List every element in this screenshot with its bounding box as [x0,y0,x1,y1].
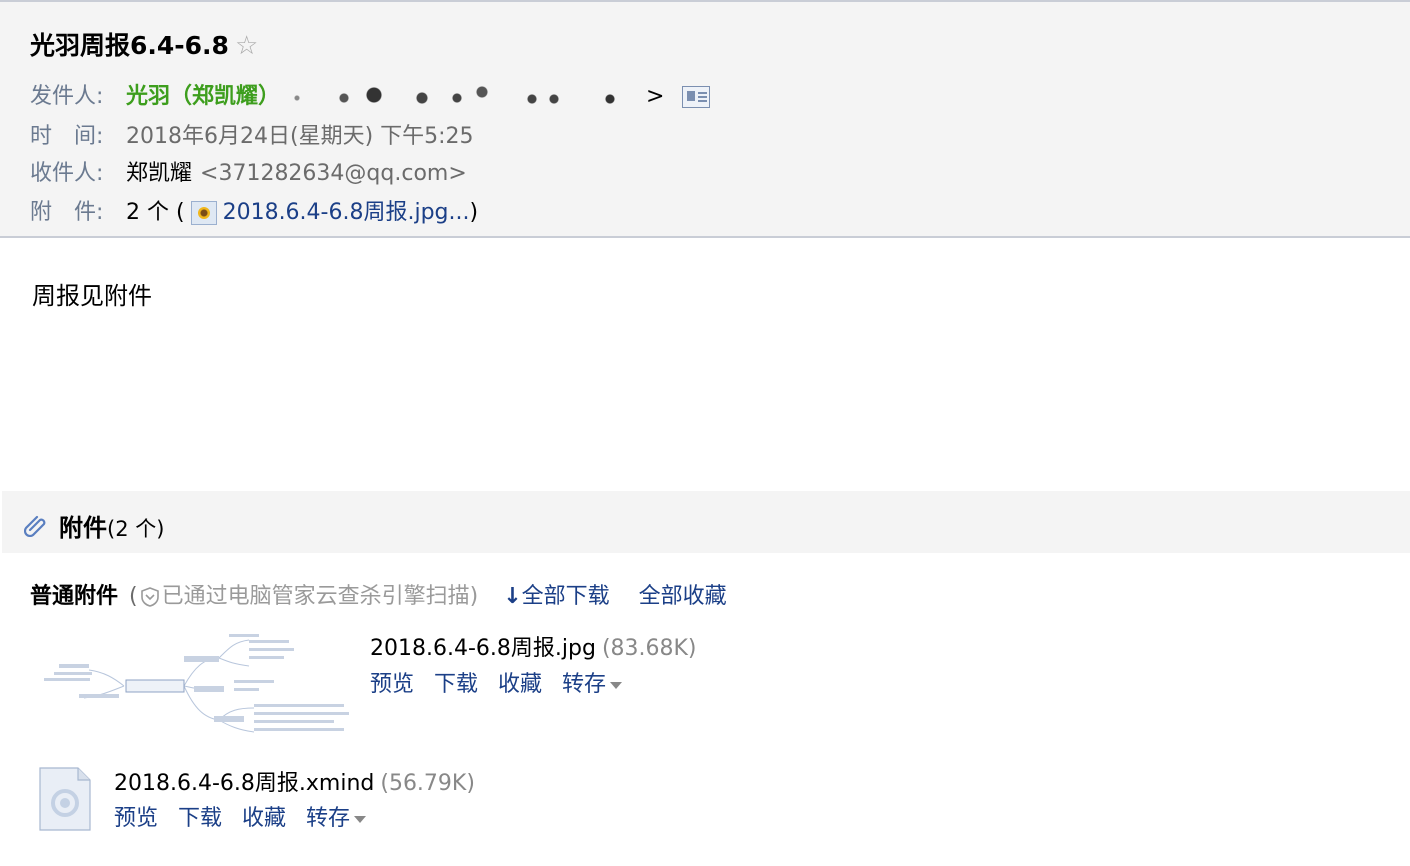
scan-text: 已通过电脑管家云查杀引擎扫描 [161,584,470,609]
shield-icon [140,587,159,607]
download-link[interactable]: 下载 [178,806,222,831]
attachments-title: 附件(2 个) [59,508,164,543]
image-file-icon [190,201,217,225]
to-label: 收件人: [30,161,104,186]
attachment-close: ) [469,200,479,225]
from-row: 发件人: 光羽（郑凯耀） > [30,78,711,110]
time-label: 时 间: [30,124,104,149]
contact-card-icon[interactable] [682,86,711,108]
file-name: 2018.6.4-6.8周报.jpg [370,636,596,661]
normal-attachments-row: 普通附件 ( 已通过电脑管家云查杀引擎扫描) ↓全部下载 全部收藏 [30,578,727,610]
from-label: 发件人: [30,84,104,109]
paperclip-icon [24,515,46,537]
scan-close: ) [469,584,479,609]
sender-email-redacted [292,86,643,108]
attachments-bar: 附件(2 个) [2,491,1410,553]
file-size: (56.79K) [380,771,475,796]
preview-link[interactable]: 预览 [114,806,158,831]
attachment-label: 附 件: [30,200,104,225]
to-row: 收件人: 郑凯耀 <371282634@qq.com> [30,155,467,187]
download-all-link[interactable]: 全部下载 [522,584,610,609]
attachments-title-text: 附件 [59,514,107,542]
image-thumbnail[interactable] [34,628,354,738]
file-2-actions: 预览 下载 收藏 转存 [114,800,367,832]
file-1-actions: 预览 下载 收藏 转存 [370,666,623,698]
chevron-down-icon[interactable] [354,815,367,823]
attachment-link[interactable]: 2018.6.4-6.8周报.jpg... [223,200,470,225]
attachment-count: 2 个 ( [126,200,185,225]
star-icon[interactable]: ☆ [235,31,258,61]
chevron-down-icon[interactable] [610,681,623,689]
subject-text: 光羽周报6.4-6.8 [30,31,229,60]
sender-name[interactable]: 光羽（郑凯耀） [126,84,280,109]
mail-subject: 光羽周报6.4-6.8 ☆ [30,26,258,62]
xmind-file-icon[interactable] [38,767,92,831]
time-row: 时 间: 2018年6月24日(星期天) 下午5:25 [30,118,474,150]
file-2-title: 2018.6.4-6.8周报.xmind (56.79K) [114,765,475,797]
attachment-row: 附 件: 2 个 ( 2018.6.4-6.8周报.jpg...) [30,194,478,226]
normal-attachments-label: 普通附件 [30,584,119,609]
sender-email-close: > [646,84,665,109]
recipient-name[interactable]: 郑凯耀 [126,161,192,186]
file-1-title: 2018.6.4-6.8周报.jpg (83.68K) [370,630,697,662]
save-to-link[interactable]: 转存 [562,672,606,697]
mail-body: 周报见附件 [32,282,152,310]
file-size: (83.68K) [601,636,697,661]
download-arrow-icon: ↓ [503,584,522,609]
preview-link[interactable]: 预览 [370,672,414,697]
collect-link[interactable]: 收藏 [498,672,542,697]
file-name: 2018.6.4-6.8周报.xmind [114,771,375,796]
recipient-email: <371282634@qq.com> [200,161,467,186]
attachments-count: (2 个) [107,517,165,541]
collect-link[interactable]: 收藏 [242,806,286,831]
time-value: 2018年6月24日(星期天) 下午5:25 [126,124,474,149]
download-link[interactable]: 下载 [434,672,478,697]
save-to-link[interactable]: 转存 [306,806,350,831]
scan-open: ( [129,584,138,609]
collect-all-link[interactable]: 全部收藏 [639,584,727,609]
mail-header: 光羽周报6.4-6.8 ☆ 发件人: 光羽（郑凯耀） > 时 间: 2018年6月24日… [0,0,1410,238]
